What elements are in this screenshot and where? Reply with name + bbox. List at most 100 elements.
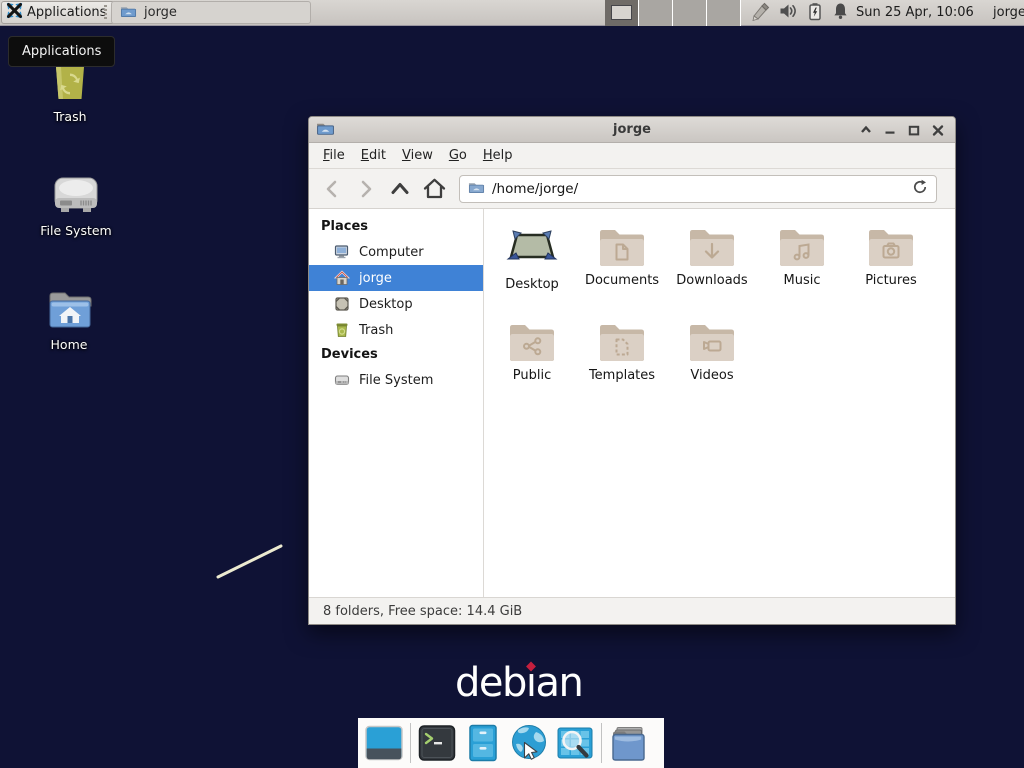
menu-view[interactable]: View (394, 145, 441, 166)
places-header: Places (309, 215, 483, 239)
sidebar-item-file-system[interactable]: File System (309, 367, 483, 393)
menu-help[interactable]: Help (475, 145, 521, 166)
folder-item-pictures[interactable]: Pictures (847, 225, 935, 288)
workspace-4[interactable] (707, 0, 741, 26)
pathbar-folder-icon (468, 179, 485, 198)
sidebar-item-label: Desktop (359, 297, 413, 312)
pictures-folder-icon (847, 225, 935, 267)
location-bar[interactable]: /home/jorge/ (459, 175, 937, 203)
file-cabinet-icon[interactable] (463, 723, 503, 763)
videos-folder-icon (668, 320, 756, 362)
statusbar: 8 folders, Free space: 14.4 GiB (309, 597, 955, 624)
desktop-icon-label: Home (14, 337, 124, 352)
show-desktop-icon[interactable] (364, 723, 404, 763)
hard-drive-icon (21, 172, 131, 218)
home-icon (333, 270, 351, 286)
desktop-special-icon (488, 225, 576, 271)
workspace-3[interactable] (673, 0, 707, 26)
sidebar: Places Computer (309, 209, 484, 597)
notification-bell-icon[interactable] (832, 2, 849, 25)
drive-small-icon (333, 372, 351, 388)
volume-icon[interactable] (779, 2, 798, 24)
close-button[interactable] (931, 123, 945, 137)
workspace-window-preview (611, 5, 632, 20)
file-manager-window: jorge File Edit View Go Help (308, 116, 956, 625)
sidebar-item-desktop[interactable]: Desktop (309, 291, 483, 317)
file-manager-folder-icon[interactable] (608, 723, 648, 763)
templates-folder-icon (578, 320, 666, 362)
folder-label: Music (758, 273, 846, 288)
desktop-icon-label: File System (21, 223, 131, 238)
top-panel: Applications jorge (0, 0, 1024, 26)
home-button[interactable] (417, 174, 451, 204)
applications-menu-button[interactable]: Applications (1, 1, 115, 24)
sidebar-item-computer[interactable]: Computer (309, 239, 483, 265)
public-folder-icon (488, 320, 576, 362)
minimize-button[interactable] (883, 123, 897, 137)
status-text: 8 folders, Free space: 14.4 GiB (323, 604, 522, 619)
workspace-switcher[interactable] (605, 0, 741, 26)
application-finder-icon[interactable] (555, 723, 595, 763)
dock-separator (601, 723, 602, 763)
panel-clock[interactable]: Sun 25 Apr, 10:06 (856, 0, 974, 26)
desktop-place-icon (333, 296, 351, 312)
battery-charging-icon[interactable] (807, 2, 823, 25)
desktop-icon-home[interactable]: Home (14, 288, 124, 352)
menu-file[interactable]: File (315, 145, 353, 166)
folder-item-music[interactable]: Music (758, 225, 846, 288)
panel-handle[interactable] (104, 5, 107, 21)
system-tray (750, 0, 849, 26)
maximize-button[interactable] (907, 123, 921, 137)
desktop-icon-file-system[interactable]: File System (21, 172, 131, 238)
menubar: File Edit View Go Help (309, 143, 955, 169)
stylus-icon[interactable] (750, 2, 770, 25)
sidebar-item-label: File System (359, 373, 433, 388)
documents-folder-icon (578, 225, 666, 267)
dock (358, 718, 664, 768)
folder-item-desktop[interactable]: Desktop (488, 225, 576, 292)
titlebar[interactable]: jorge (309, 117, 955, 143)
dock-separator (410, 723, 411, 763)
folder-label: Desktop (488, 277, 576, 292)
menu-go[interactable]: Go (441, 145, 475, 166)
taskbar-folder-icon (120, 4, 137, 22)
web-browser-icon[interactable] (509, 723, 549, 763)
desktop-icon-label: Trash (15, 109, 125, 124)
workspace-1[interactable] (605, 0, 639, 26)
debian-logo: debıan (455, 660, 582, 706)
terminal-icon[interactable] (417, 723, 457, 763)
up-button[interactable] (383, 174, 417, 204)
folder-label: Public (488, 368, 576, 383)
refresh-icon[interactable] (912, 179, 928, 199)
menu-edit[interactable]: Edit (353, 145, 394, 166)
folder-label: Downloads (668, 273, 756, 288)
path-text[interactable]: /home/jorge/ (492, 181, 905, 197)
folder-item-videos[interactable]: Videos (668, 320, 756, 383)
shade-button[interactable] (859, 123, 873, 137)
sidebar-item-jorge[interactable]: jorge (309, 265, 483, 291)
computer-icon (333, 244, 351, 260)
workspace-2[interactable] (639, 0, 673, 26)
panel-username[interactable]: jorge (993, 0, 1024, 26)
trash-small-icon (333, 322, 351, 338)
folder-view[interactable]: Desktop Documents (484, 209, 955, 597)
folder-item-downloads[interactable]: Downloads (668, 225, 756, 288)
folder-label: Videos (668, 368, 756, 383)
folder-label: Pictures (847, 273, 935, 288)
folder-item-documents[interactable]: Documents (578, 225, 666, 288)
forward-button[interactable] (349, 174, 383, 204)
sidebar-item-trash[interactable]: Trash (309, 317, 483, 343)
folder-item-public[interactable]: Public (488, 320, 576, 383)
taskbar-window-button[interactable]: jorge (111, 1, 311, 24)
downloads-folder-icon (668, 225, 756, 267)
folder-label: Templates (578, 368, 666, 383)
sidebar-item-label: jorge (359, 271, 392, 286)
home-folder-icon (14, 288, 124, 332)
taskbar-window-label: jorge (144, 5, 177, 20)
toolbar: /home/jorge/ (309, 169, 955, 209)
folder-item-templates[interactable]: Templates (578, 320, 666, 383)
applications-menu-icon (6, 2, 23, 23)
back-button[interactable] (315, 174, 349, 204)
devices-header: Devices (309, 343, 483, 367)
sidebar-item-label: Trash (359, 323, 393, 338)
